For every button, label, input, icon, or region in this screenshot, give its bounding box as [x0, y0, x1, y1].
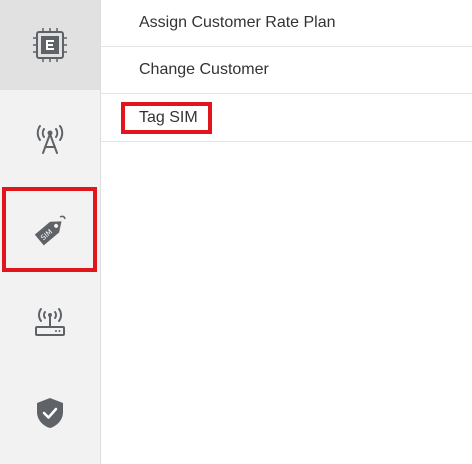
sidebar-item-cellular[interactable]	[0, 90, 100, 185]
cell-tower-icon	[36, 124, 64, 154]
sidebar: SIM	[0, 0, 101, 464]
e-chip-icon	[33, 28, 67, 62]
shield-check-icon	[37, 398, 63, 428]
menu-item-label: Change Customer	[139, 61, 269, 78]
sim-tag-icon: SIM	[34, 215, 66, 246]
sidebar-item-esim[interactable]	[0, 0, 100, 90]
menu-item-tag-sim[interactable]: Tag SIM	[101, 94, 472, 142]
sidebar-item-security[interactable]	[0, 368, 100, 458]
sidebar-item-router[interactable]	[0, 278, 100, 368]
menu-item-label: Tag SIM	[121, 101, 212, 134]
context-menu: Assign Customer Rate Plan Change Custome…	[101, 0, 472, 142]
router-icon	[35, 308, 65, 336]
menu-item-label: Assign Customer Rate Plan	[139, 14, 336, 31]
menu-item-change-customer[interactable]: Change Customer	[101, 47, 472, 94]
menu-item-assign-customer-rate-plan[interactable]: Assign Customer Rate Plan	[101, 0, 472, 47]
sidebar-item-tag-sim[interactable]: SIM	[0, 188, 100, 274]
